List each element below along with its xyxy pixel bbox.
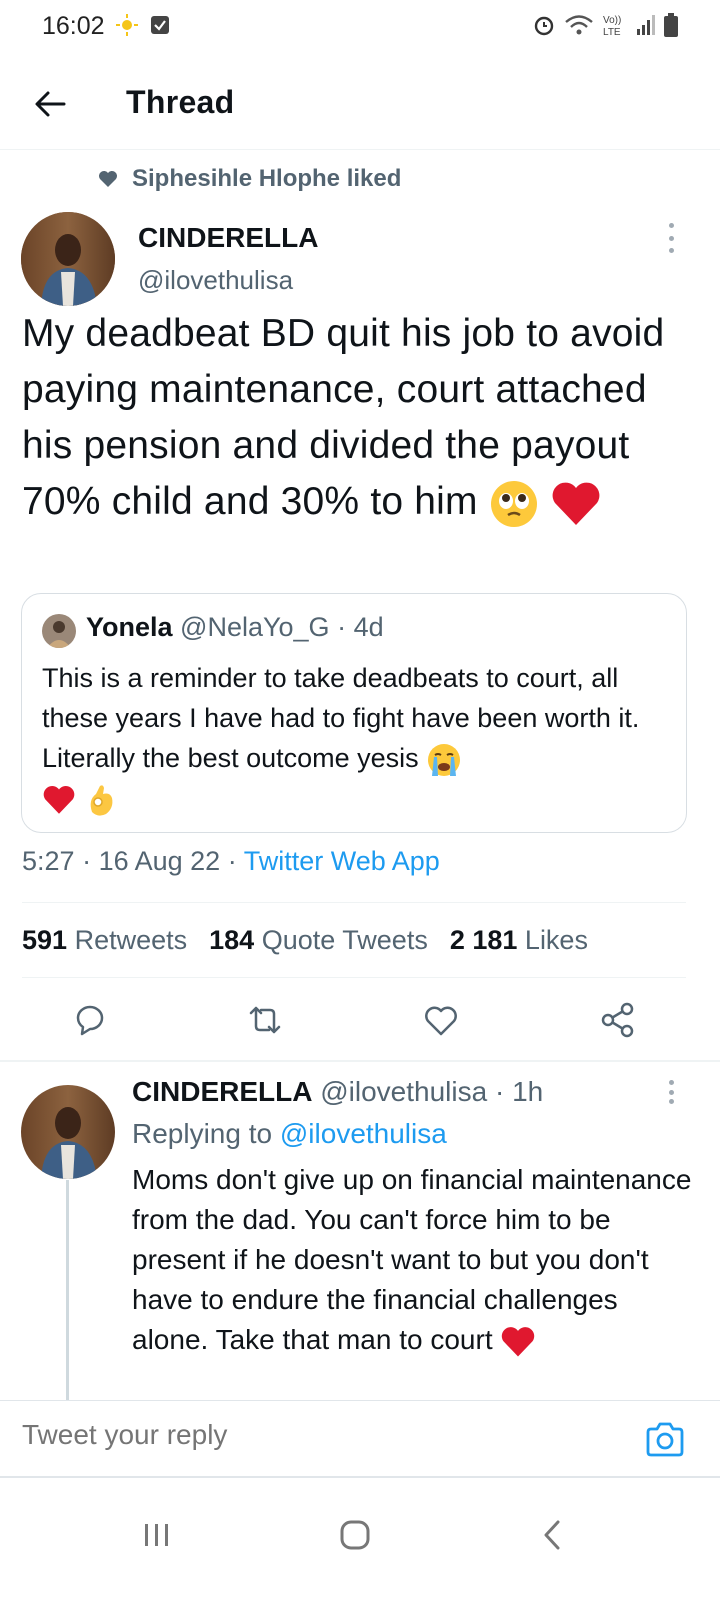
replying-to-handle[interactable]: @ilovethulisa (280, 1118, 447, 1149)
more-dot-icon (668, 223, 674, 228)
thread-line (66, 1180, 69, 1400)
retweets-stat[interactable]: 591 Retweets (22, 925, 187, 956)
quote-age: 4d (353, 612, 384, 642)
like-button[interactable] (421, 1000, 461, 1040)
share-button[interactable] (598, 1000, 638, 1040)
back-arrow-icon (35, 91, 66, 117)
reply-text: Moms don't give up on financial maintena… (132, 1160, 692, 1360)
reply-author-avatar[interactable] (21, 1085, 115, 1179)
author-avatar[interactable] (21, 212, 115, 306)
replying-to: Replying to @ilovethulisa (132, 1118, 447, 1149)
thread-header: Thread (0, 60, 720, 150)
retweet-icon (249, 1006, 281, 1034)
sun-icon (116, 14, 138, 36)
reply-icon (76, 1005, 104, 1036)
camera-button[interactable] (644, 1419, 686, 1461)
reply-input[interactable] (22, 1419, 582, 1451)
status-time: 16:02 (42, 12, 105, 40)
system-navigation-bar (0, 1480, 720, 1600)
home-button[interactable] (330, 1510, 380, 1560)
retweet-button[interactable] (245, 1000, 285, 1040)
reply-more-options-button[interactable] (661, 1080, 681, 1104)
reply-header: CINDERELLA @ilovethulisa · 1h (132, 1076, 544, 1107)
red-heart-emoji (502, 1326, 535, 1357)
social-context-text: Siphesihle Hlophe liked (132, 165, 402, 192)
camera-icon (646, 1422, 684, 1457)
quote-text: This is a reminder to take deadbeats to … (42, 658, 672, 818)
system-back-button[interactable] (528, 1510, 578, 1560)
quote-author-name: Yonela (86, 612, 173, 642)
action-bar (0, 990, 720, 1050)
share-icon (601, 1002, 634, 1038)
check-notification-icon (151, 16, 169, 34)
ok-hand-emoji (90, 785, 112, 816)
pleading-face-emoji (490, 480, 537, 527)
chevron-left-icon (544, 1520, 560, 1550)
crying-face-emoji (428, 743, 461, 776)
quote-author-handle: @NelaYo_G (180, 612, 330, 642)
red-heart-emoji (552, 482, 600, 525)
reply-button[interactable] (70, 1000, 110, 1040)
section-divider (0, 1060, 720, 1062)
signal-icon (637, 15, 655, 35)
page-title: Thread (126, 84, 235, 120)
reply-compose-bar (0, 1400, 720, 1478)
svg-text:LTE: LTE (603, 27, 621, 38)
recent-apps-icon (145, 1524, 168, 1546)
svg-text:Vo)): Vo)) (603, 15, 621, 26)
more-dot-icon (668, 1080, 674, 1085)
volte-icon: Vo))LTE (603, 15, 621, 38)
divider (22, 902, 686, 903)
back-button[interactable] (30, 82, 74, 126)
red-heart-emoji (43, 785, 75, 814)
tweet-timestamp: 5:27 · 16 Aug 22 · Twitter Web App (22, 846, 440, 876)
quote-avatar (42, 614, 76, 648)
home-icon (340, 1520, 370, 1550)
recent-apps-button[interactable] (132, 1510, 182, 1560)
battery-icon (664, 13, 678, 37)
author-handle[interactable]: @ilovethulisa (138, 265, 293, 296)
reply-age: 1h (512, 1076, 544, 1107)
tweet-stats: 591 Retweets 184 Quote Tweets 2 181 Like… (22, 925, 588, 956)
more-options-button[interactable] (661, 223, 681, 253)
quote-tweets-stat[interactable]: 184 Quote Tweets (209, 925, 428, 956)
heart-filled-icon (99, 171, 117, 187)
divider (22, 977, 686, 978)
likes-stat[interactable]: 2 181 Likes (450, 925, 588, 956)
tweet-text: My deadbeat BD quit his job to avoid pay… (22, 306, 702, 530)
heart-outline-icon (425, 1006, 457, 1036)
social-context[interactable]: Siphesihle Hlophe liked (98, 165, 401, 193)
author-name[interactable]: CINDERELLA (138, 222, 318, 254)
status-bar: 16:02 Vo)) LTE (0, 0, 720, 52)
alarm-icon (534, 16, 554, 36)
reply-author-name[interactable]: CINDERELLA (132, 1076, 312, 1107)
reply-author-handle[interactable]: @ilovethulisa (320, 1076, 487, 1107)
quote-tweet-card[interactable]: Yonela @NelaYo_G · 4d This is a reminder… (21, 593, 687, 833)
client-link[interactable]: Twitter Web App (244, 846, 440, 876)
wifi-icon (565, 15, 593, 35)
